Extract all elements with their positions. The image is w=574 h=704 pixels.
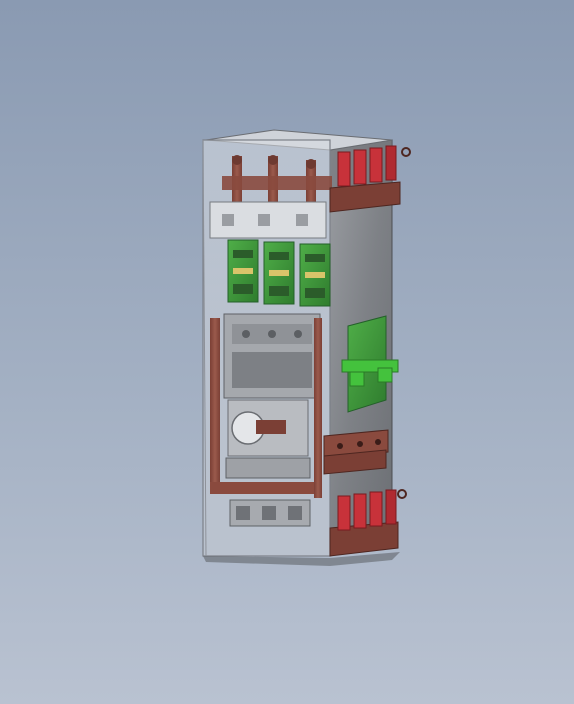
model-viewport	[202, 129, 411, 566]
mid-busbar-bracket	[323, 429, 389, 475]
pcb-board-group	[227, 239, 331, 307]
top-terminal-group	[329, 145, 411, 213]
fan-assembly	[227, 399, 309, 457]
pcb-board	[227, 239, 259, 303]
upper-mounting-plate	[209, 201, 327, 239]
pcb-board	[263, 241, 295, 305]
pcb-board	[299, 243, 331, 307]
top-busbar-group	[222, 155, 332, 204]
power-module-block	[223, 313, 321, 399]
